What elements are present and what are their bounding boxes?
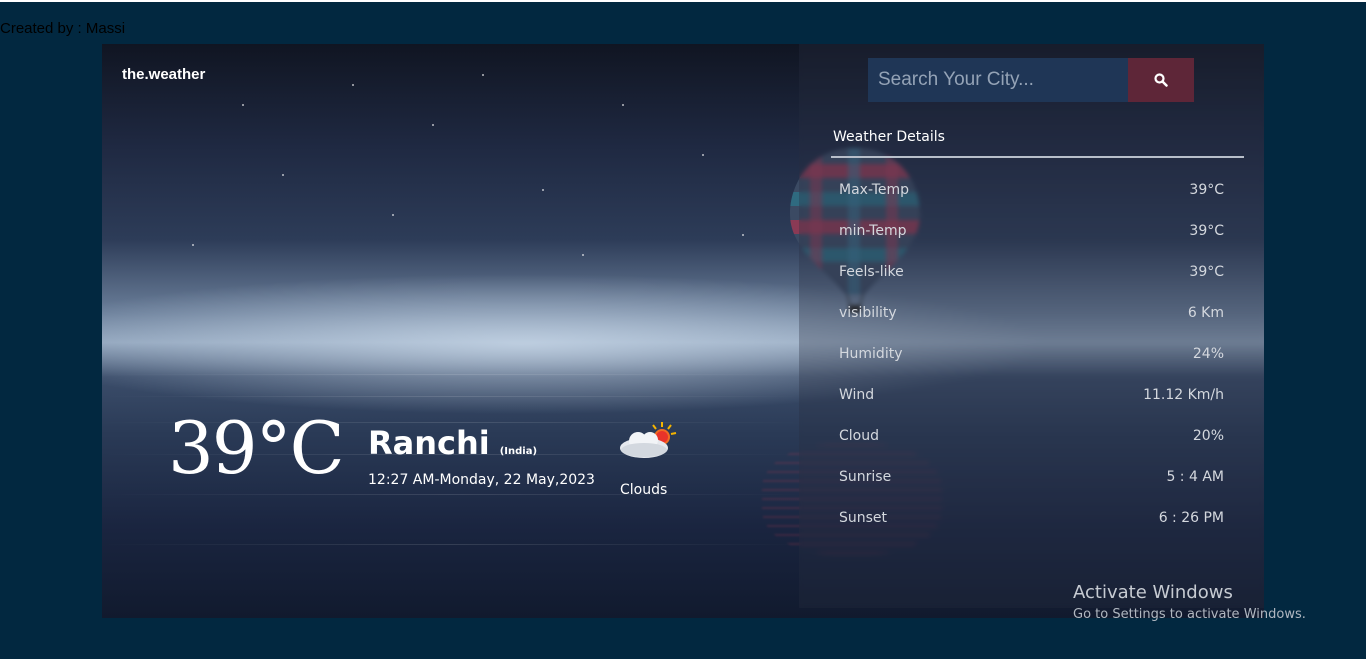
- detail-row-visibility: visibility 6 Km: [839, 303, 1224, 323]
- star: [392, 214, 394, 216]
- search-input[interactable]: [868, 58, 1128, 102]
- star: [702, 154, 704, 156]
- detail-row-wind: Wind 11.12 Km/h: [839, 385, 1224, 405]
- detail-label: Wind: [839, 387, 875, 403]
- detail-label: Max-Temp: [839, 182, 910, 198]
- location-block: Ranchi (India) 12:27 AM-Monday, 22 May,2…: [368, 424, 595, 488]
- detail-label: Feels-like: [839, 264, 904, 280]
- country-name: (India): [499, 446, 538, 457]
- star: [742, 234, 744, 236]
- water-ripple: [102, 374, 802, 375]
- star: [622, 104, 624, 106]
- city-name: Ranchi: [368, 424, 490, 462]
- star: [282, 174, 284, 176]
- star: [432, 124, 434, 126]
- detail-label: Humidity: [839, 346, 903, 362]
- detail-row-sunrise: Sunrise 5 : 4 AM: [839, 467, 1224, 487]
- partly-cloudy-sun-icon: [620, 422, 677, 458]
- detail-value: 24%: [1192, 346, 1224, 362]
- details-title: Weather Details: [833, 129, 945, 145]
- search-icon: [1154, 73, 1168, 87]
- detail-label: Cloud: [839, 428, 879, 444]
- detail-row-sunset: Sunset 6 : 26 PM: [839, 508, 1224, 528]
- search-bar: [868, 58, 1194, 102]
- detail-label: min-Temp: [839, 223, 907, 239]
- activate-windows-watermark: Activate Windows Go to Settings to activ…: [1073, 582, 1306, 622]
- detail-value: 6 Km: [1187, 305, 1224, 321]
- search-button[interactable]: [1128, 58, 1194, 102]
- star: [242, 104, 244, 106]
- star: [192, 244, 194, 246]
- detail-row-humidity: Humidity 24%: [839, 344, 1224, 364]
- watermark-title: Activate Windows: [1073, 582, 1233, 603]
- star: [352, 84, 354, 86]
- top-border: [0, 0, 1366, 2]
- city-row: Ranchi (India): [368, 424, 595, 462]
- detail-label: Sunset: [839, 510, 888, 526]
- current-temperature: 39°C: [168, 406, 345, 490]
- credit-text: Created by : Massi: [0, 20, 126, 37]
- water-ripple: [102, 396, 802, 397]
- detail-value: 20%: [1192, 428, 1224, 444]
- star: [482, 74, 484, 76]
- detail-row-max-temp: Max-Temp 39°C: [839, 180, 1224, 200]
- water-ripple: [102, 494, 802, 495]
- detail-label: Sunrise: [839, 469, 892, 485]
- detail-value: 39°C: [1189, 264, 1224, 280]
- star: [542, 189, 544, 191]
- condition-label: Clouds: [620, 482, 668, 498]
- brand-logo[interactable]: the.weather: [122, 66, 205, 83]
- date-time: 12:27 AM-Monday, 22 May,2023: [368, 472, 595, 488]
- detail-value: 39°C: [1189, 182, 1224, 198]
- detail-value: 5 : 4 AM: [1166, 469, 1224, 485]
- detail-value: 11.12 Km/h: [1143, 387, 1224, 403]
- detail-row-feels-like: Feels-like 39°C: [839, 262, 1224, 282]
- detail-row-cloud: Cloud 20%: [839, 426, 1224, 446]
- detail-value: 39°C: [1189, 223, 1224, 239]
- detail-value: 6 : 26 PM: [1158, 510, 1224, 526]
- detail-label: visibility: [839, 305, 897, 321]
- star: [582, 254, 584, 256]
- weather-card: the.weather 39°C Ranchi (India) 12:27 AM…: [102, 44, 1264, 618]
- detail-row-min-temp: min-Temp 39°C: [839, 221, 1224, 241]
- water-ripple: [102, 544, 802, 545]
- watermark-subtitle: Go to Settings to activate Windows.: [1073, 607, 1306, 622]
- details-divider: [831, 156, 1244, 158]
